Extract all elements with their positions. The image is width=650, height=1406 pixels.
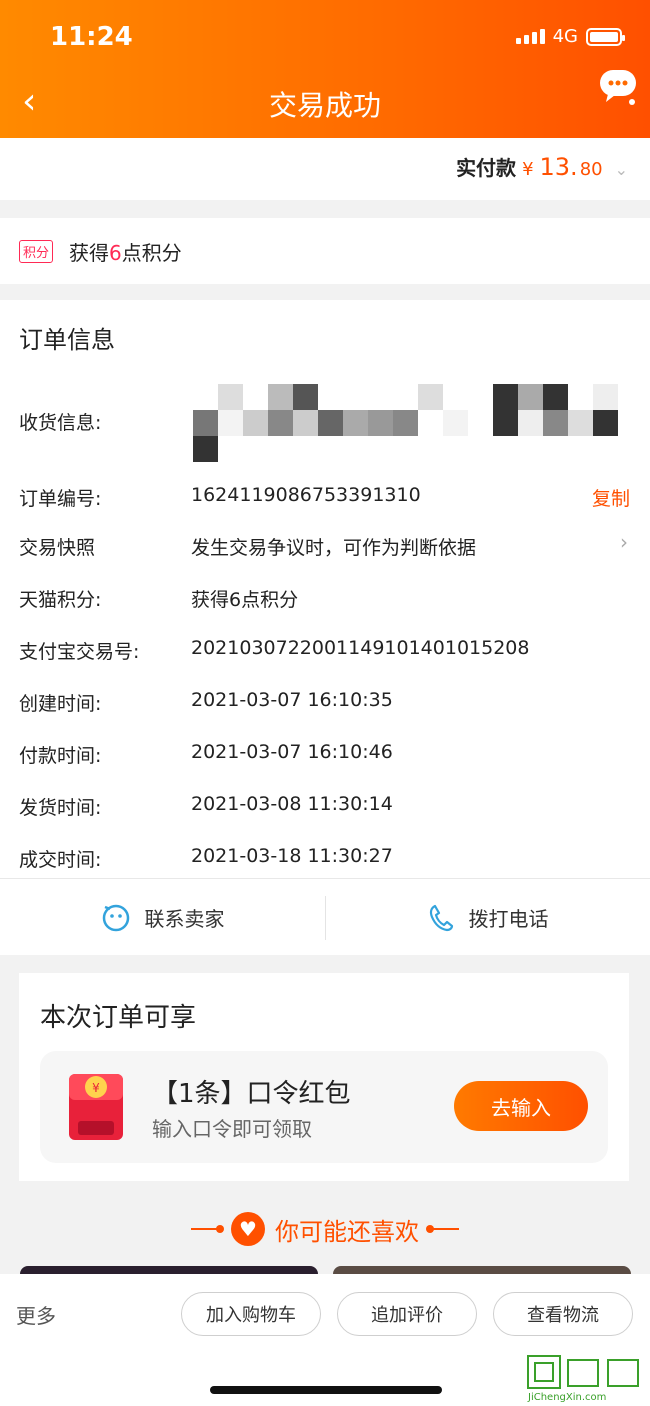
order-info-card: 订单信息 收货信息: 订单编号: 1624119086753391310 复制: [0, 300, 650, 955]
points-text: 获得6点积分: [69, 240, 182, 265]
call-button[interactable]: 拨打电话: [325, 880, 650, 955]
contact-seller-button[interactable]: 联系卖家: [0, 880, 325, 955]
copy-button[interactable]: 复制: [592, 484, 630, 511]
signal-icon: [515, 29, 545, 44]
promo-card: 本次订单可享 ¥ 【1条】口令红包 输入口令即可领取 去输入: [19, 973, 629, 1181]
watermark-icon: [527, 1355, 639, 1389]
payment-amount: 13.: [539, 153, 578, 181]
phone-icon: [429, 904, 453, 931]
smiley-chat-icon: [102, 904, 129, 931]
divider: [426, 1225, 459, 1233]
red-packet-item: ¥ 【1条】口令红包 输入口令即可领取 去输入: [40, 1051, 608, 1163]
recommend-header: ♥ 你可能还喜欢: [0, 1207, 650, 1251]
order-info-title: 订单信息: [19, 326, 115, 354]
recommend-title: 你可能还喜欢: [275, 1217, 419, 1246]
more-button[interactable]: 更多: [16, 1300, 56, 1329]
chevron-down-icon[interactable]: ⌄: [615, 160, 628, 179]
status-time: 11:24: [50, 22, 133, 52]
page-title: 交易成功: [268, 89, 381, 122]
heart-icon: ♥: [231, 1212, 265, 1246]
svg-text:¥: ¥: [92, 1081, 100, 1095]
snapshot-text: 发生交易争议时，可作为判断依据: [191, 537, 477, 559]
watermark-logo: JiChengXin.com: [526, 1354, 644, 1406]
payment-amount-decimal: 80: [579, 159, 603, 180]
address-mosaic: [193, 382, 633, 462]
home-indicator: [210, 1386, 442, 1394]
header-bar: 11:24 4G ‹ 交易成功: [0, 0, 650, 138]
promo-sub-text: 输入口令即可领取: [152, 1117, 312, 1141]
promo-title: 本次订单可享: [40, 1003, 197, 1033]
status-indicators: 4G: [515, 26, 625, 47]
chat-bubble-icon[interactable]: [598, 66, 638, 106]
network-label: 4G: [552, 26, 578, 47]
view-logistics-button[interactable]: 查看物流: [493, 1292, 633, 1336]
enter-code-button[interactable]: 去输入: [454, 1081, 588, 1131]
payment-currency: ¥: [522, 159, 534, 180]
points-badge: 积分: [19, 239, 54, 263]
add-review-button[interactable]: 追加评价: [337, 1292, 477, 1336]
divider: [325, 896, 326, 940]
battery-icon: [586, 27, 625, 46]
chevron-right-icon[interactable]: ›: [620, 530, 628, 554]
divider: [0, 878, 650, 879]
contact-actions: 联系卖家 拨打电话: [0, 880, 650, 955]
watermark-text: JiChengXin.com: [528, 1392, 607, 1403]
add-to-cart-button[interactable]: 加入购物车: [181, 1292, 321, 1336]
payment-label: 实付款: [456, 156, 517, 180]
payment-summary[interactable]: 实付款 ¥ 13. 80 ⌄: [0, 138, 650, 200]
order-number: 1624119086753391310: [191, 484, 421, 506]
red-packet-icon: ¥: [69, 1074, 123, 1140]
promo-main-text: 【1条】口令红包: [152, 1079, 351, 1109]
points-row: 积分 获得6点积分: [0, 218, 650, 284]
divider: [191, 1225, 224, 1233]
bottom-action-bar: 更多 加入购物车 追加评价 查看物流 JiChengXin.com: [0, 1274, 650, 1406]
